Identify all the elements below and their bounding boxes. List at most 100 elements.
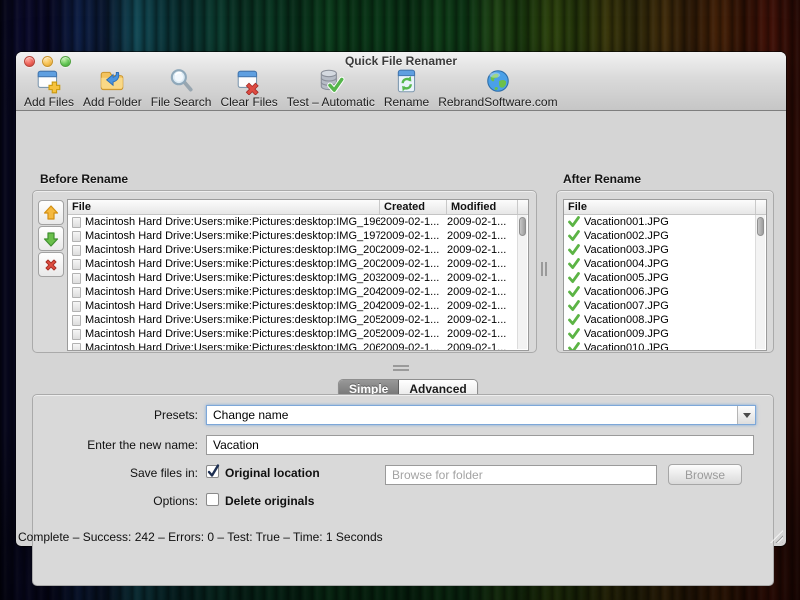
move-down-button[interactable] — [38, 226, 64, 251]
after-table-rows: Vacation001.JPG Vacation002.JPG — [564, 215, 756, 350]
combobox-dropdown-button[interactable] — [737, 406, 755, 424]
created-date: 2009-02-1... — [380, 314, 447, 326]
table-row[interactable]: Vacation002.JPG — [564, 229, 756, 243]
table-row[interactable]: Macintosh Hard Drive:Users:mike:Pictures… — [68, 327, 518, 341]
table-row[interactable]: Vacation004.JPG — [564, 257, 756, 271]
renamed-file-name: Vacation010.JPG — [584, 342, 669, 350]
presets-combobox[interactable]: Change name — [206, 405, 756, 425]
before-table-header: File Created Modified — [68, 200, 528, 215]
green-check-icon — [568, 244, 580, 256]
browse-folder-placeholder: Browse for folder — [392, 468, 483, 482]
column-header-spacer — [756, 200, 766, 214]
document-icon — [72, 245, 81, 256]
file-path: Macintosh Hard Drive:Users:mike:Pictures… — [85, 230, 380, 242]
green-check-icon — [568, 314, 580, 326]
after-table-scrollbar[interactable] — [755, 215, 765, 349]
table-row[interactable]: Macintosh Hard Drive:Users:mike:Pictures… — [68, 341, 518, 350]
table-row[interactable]: Macintosh Hard Drive:Users:mike:Pictures… — [68, 257, 518, 271]
after-files-table: File Vacation001.JPG — [563, 199, 767, 351]
window-content: Before Rename — [16, 110, 786, 546]
table-row[interactable]: Vacation003.JPG — [564, 243, 756, 257]
table-row[interactable]: Vacation008.JPG — [564, 313, 756, 327]
add-files-icon — [35, 67, 63, 95]
modified-date: 2009-02-1... — [447, 328, 518, 340]
checkbox-check-icon — [206, 463, 221, 478]
window-title: Quick File Renamer — [16, 54, 786, 68]
column-header-modified[interactable]: Modified — [447, 200, 518, 214]
before-table-scrollbar[interactable] — [517, 215, 527, 349]
delete-originals-checkbox[interactable] — [206, 493, 219, 506]
table-row[interactable]: Vacation001.JPG — [564, 215, 756, 229]
file-search-button[interactable]: File Search — [151, 67, 212, 109]
modified-date: 2009-02-1... — [447, 244, 518, 256]
modified-date: 2009-02-1... — [447, 230, 518, 242]
created-date: 2009-02-1... — [380, 286, 447, 298]
file-path: Macintosh Hard Drive:Users:mike:Pictures… — [85, 342, 380, 350]
modified-date: 2009-02-1... — [447, 258, 518, 270]
table-row[interactable]: Macintosh Hard Drive:Users:mike:Pictures… — [68, 215, 518, 229]
column-header-created[interactable]: Created — [380, 200, 447, 214]
list-action-buttons — [38, 200, 64, 277]
add-folder-button[interactable]: Add Folder — [83, 67, 142, 109]
modified-date: 2009-02-1... — [447, 272, 518, 284]
document-icon — [72, 343, 81, 351]
table-row[interactable]: Macintosh Hard Drive:Users:mike:Pictures… — [68, 285, 518, 299]
renamed-file-name: Vacation001.JPG — [584, 216, 669, 228]
table-row[interactable]: Vacation007.JPG — [564, 299, 756, 313]
red-x-icon — [42, 256, 60, 274]
table-row[interactable]: Vacation009.JPG — [564, 327, 756, 341]
modified-date: 2009-02-1... — [447, 300, 518, 312]
delete-originals-label[interactable]: Delete originals — [225, 494, 314, 508]
simple-options-groupbox: Presets: Change name Enter the new name:… — [32, 394, 774, 586]
table-row[interactable]: Vacation005.JPG — [564, 271, 756, 285]
add-files-button[interactable]: Add Files — [24, 67, 74, 109]
file-path: Macintosh Hard Drive:Users:mike:Pictures… — [85, 300, 380, 312]
horizontal-splitter-handle[interactable] — [393, 365, 409, 371]
browse-button[interactable]: Browse — [668, 464, 742, 485]
column-header-spacer — [518, 200, 528, 214]
green-check-icon — [568, 272, 580, 284]
options-label: Options: — [33, 494, 198, 508]
original-location-checkbox[interactable] — [206, 465, 219, 478]
resize-grip-icon[interactable] — [770, 530, 783, 543]
table-row[interactable]: Macintosh Hard Drive:Users:mike:Pictures… — [68, 313, 518, 327]
created-date: 2009-02-1... — [380, 216, 447, 228]
after-rename-groupbox: File Vacation001.JPG — [556, 190, 774, 353]
rename-icon — [393, 67, 421, 95]
rename-button[interactable]: Rename — [384, 67, 429, 109]
before-files-table: File Created Modified Macintosh Hard Dri… — [67, 199, 529, 351]
remove-file-button[interactable] — [38, 252, 64, 277]
table-row[interactable]: Vacation010.JPG — [564, 341, 756, 350]
table-row[interactable]: Macintosh Hard Drive:Users:mike:Pictures… — [68, 243, 518, 257]
original-location-label[interactable]: Original location — [225, 466, 320, 480]
browse-folder-input[interactable]: Browse for folder — [385, 465, 657, 485]
app-window: Quick File Renamer Add Files Add Folder — [16, 52, 786, 546]
scrollbar-thumb[interactable] — [519, 217, 526, 236]
green-check-icon — [568, 216, 580, 228]
table-row[interactable]: Vacation006.JPG — [564, 285, 756, 299]
rebrandsoftware-button[interactable]: RebrandSoftware.com — [438, 67, 557, 109]
scrollbar-thumb[interactable] — [757, 217, 764, 236]
rename-label: Rename — [384, 95, 429, 109]
add-folder-icon — [98, 67, 126, 95]
renamed-file-name: Vacation002.JPG — [584, 230, 669, 242]
column-header-file[interactable]: File — [564, 200, 756, 214]
test-automatic-button[interactable]: Test – Automatic — [287, 67, 375, 109]
document-icon — [72, 301, 81, 312]
new-name-input[interactable]: Vacation — [206, 435, 754, 455]
document-icon — [72, 273, 81, 284]
presets-label: Presets: — [33, 408, 198, 422]
vertical-splitter-handle[interactable] — [541, 262, 547, 276]
table-row[interactable]: Macintosh Hard Drive:Users:mike:Pictures… — [68, 229, 518, 243]
renamed-file-name: Vacation005.JPG — [584, 272, 669, 284]
document-icon — [72, 259, 81, 270]
presets-value: Change name — [213, 408, 288, 422]
file-path: Macintosh Hard Drive:Users:mike:Pictures… — [85, 272, 380, 284]
column-header-file[interactable]: File — [68, 200, 380, 214]
table-row[interactable]: Macintosh Hard Drive:Users:mike:Pictures… — [68, 299, 518, 313]
move-up-button[interactable] — [38, 200, 64, 225]
window-chrome[interactable]: Quick File Renamer Add Files Add Folder — [16, 52, 786, 111]
table-row[interactable]: Macintosh Hard Drive:Users:mike:Pictures… — [68, 271, 518, 285]
clear-files-button[interactable]: Clear Files — [220, 67, 277, 109]
file-search-label: File Search — [151, 95, 212, 109]
